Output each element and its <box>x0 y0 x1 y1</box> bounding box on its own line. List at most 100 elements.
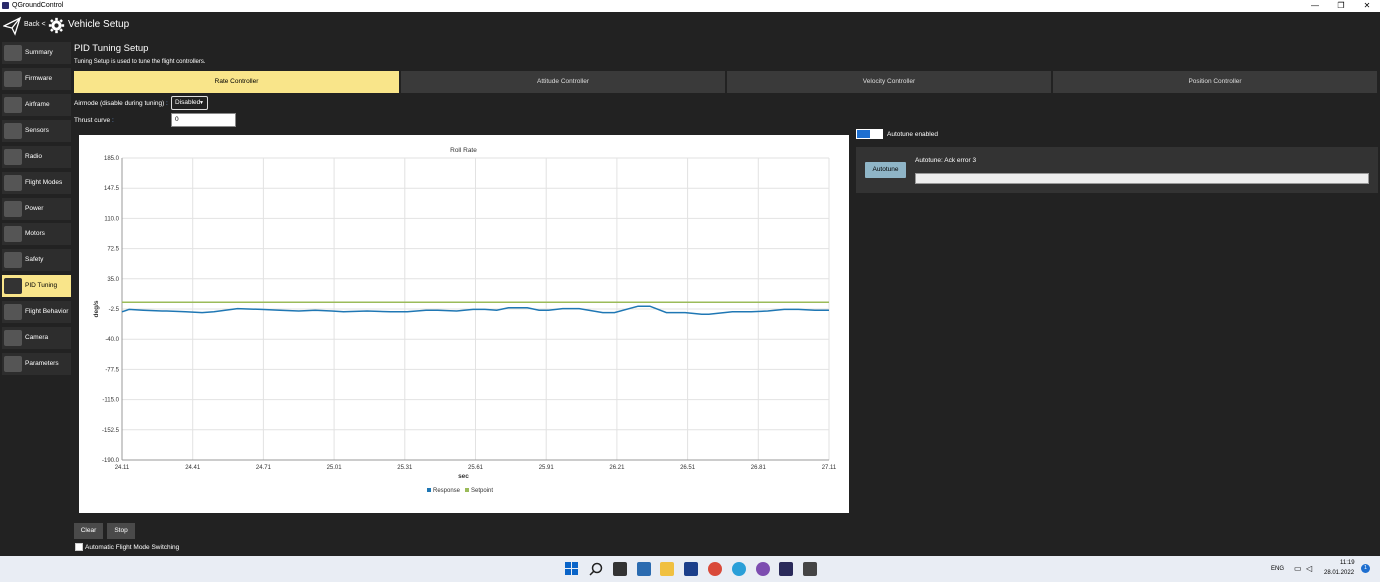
sidebar-item-label: Power <box>25 205 44 212</box>
windows-start-icon[interactable] <box>565 562 579 576</box>
y-tick-label: -40.0 <box>105 337 119 343</box>
sidebar-item-flight-behavior[interactable]: Flight Behavior <box>2 301 71 323</box>
qgroundcontrol-taskbar-icon[interactable] <box>779 562 793 576</box>
viber-icon[interactable] <box>756 562 770 576</box>
stop-button[interactable]: Stop <box>107 523 135 539</box>
autotune-progress-bar <box>915 173 1369 184</box>
x-tick-label: 24.41 <box>185 465 201 471</box>
legend-swatch-setpoint <box>465 488 469 492</box>
sidebar-item-summary[interactable]: Summary <box>2 42 71 64</box>
x-tick-label: 25.91 <box>539 465 555 471</box>
sidebar-item-firmware[interactable]: Firmware <box>2 68 71 90</box>
keyboard-language[interactable]: ENG <box>1271 566 1284 572</box>
roll-rate-chart-panel: 24.11 24.41 24.71 25.01 25.31 25.61 25.91 26.21… <box>79 135 849 513</box>
thrust-curve-input[interactable]: 0 <box>171 113 236 127</box>
toolbar: Back < Vehicle Setup <box>0 12 1380 40</box>
roll-rate-chart: 24.11 24.41 24.71 25.01 25.31 25.61 25.91 26.21… <box>93 147 837 494</box>
pid-tuning-icon <box>4 278 22 294</box>
firmware-icon <box>4 71 22 87</box>
autotune-toggle[interactable] <box>856 129 883 139</box>
telegram-icon[interactable] <box>732 562 746 576</box>
sensors-icon <box>4 123 22 139</box>
volume-icon[interactable]: ◁ <box>1306 564 1312 573</box>
sidebar-item-power[interactable]: Power <box>2 198 71 220</box>
x-tick-label: 24.71 <box>256 465 272 471</box>
motors-icon <box>4 226 22 242</box>
safety-icon <box>4 252 22 268</box>
network-icon[interactable]: ▭ <box>1294 564 1302 573</box>
sidebar-item-flight-modes[interactable]: Flight Modes <box>2 172 71 194</box>
airmode-colon: : <box>166 100 168 107</box>
auto-flight-mode-switching-checkbox[interactable] <box>75 543 83 551</box>
flight-behavior-icon <box>4 304 22 320</box>
close-button[interactable]: ✕ <box>1354 0 1380 12</box>
sidebar-item-label: Airframe <box>25 101 50 108</box>
sidebar-item-airframe[interactable]: Airframe <box>2 94 71 116</box>
minimize-button[interactable]: — <box>1302 0 1328 12</box>
tab-rate-controller[interactable]: Rate Controller <box>74 71 400 93</box>
airframe-icon <box>4 97 22 113</box>
autotune-button[interactable]: Autotune <box>865 162 906 178</box>
sidebar-item-radio[interactable]: Radio <box>2 146 71 168</box>
legend-label-setpoint: Setpoint <box>471 488 493 494</box>
x-axis-label: sec <box>458 473 469 480</box>
search-icon[interactable] <box>589 562 603 576</box>
clock-date[interactable]: 28.01.2022 <box>1324 570 1354 576</box>
sidebar-item-label: Safety <box>25 256 44 263</box>
chevron-down-icon: ▼ <box>199 100 204 106</box>
y-tick-label: -115.0 <box>102 398 119 404</box>
x-tick-label: 25.01 <box>327 465 343 471</box>
sidebar-item-parameters[interactable]: Parameters <box>2 353 71 375</box>
page-title: PID Tuning Setup <box>74 43 149 54</box>
y-tick-label: -152.5 <box>102 428 120 434</box>
notification-badge[interactable]: 1 <box>1361 564 1370 573</box>
airmode-select[interactable]: Disabled ▼ <box>171 96 208 110</box>
clock-time[interactable]: 11:19 <box>1340 560 1355 566</box>
paper-plane-icon[interactable] <box>3 16 21 36</box>
sidebar-item-camera[interactable]: Camera <box>2 327 71 349</box>
tab-velocity-controller[interactable]: Velocity Controller <box>727 71 1052 93</box>
window-title-bar: QGroundControl — ❐ ✕ <box>0 0 1380 12</box>
tab-position-controller[interactable]: Position Controller <box>1053 71 1378 93</box>
sidebar-item-label: Sensors <box>25 127 49 134</box>
sidebar-item-label: Flight Behavior <box>25 308 69 315</box>
toggle-on-indicator <box>857 130 870 138</box>
back-button[interactable]: Back < <box>24 21 46 28</box>
y-axis-label: deg/s <box>93 300 100 317</box>
y-tick-label: 110.0 <box>104 216 119 222</box>
terminal-icon[interactable] <box>803 562 817 576</box>
legend-swatch-response <box>427 488 431 492</box>
sidebar-item-label: Camera <box>25 334 49 341</box>
maximize-button[interactable]: ❐ <box>1328 0 1354 12</box>
qgc-app-icon <box>2 2 9 9</box>
radio-icon <box>4 149 22 165</box>
sidebar-item-label: Radio <box>25 153 42 160</box>
plane-icon <box>4 45 22 61</box>
tab-attitude-controller[interactable]: Attitude Controller <box>401 71 726 93</box>
sidebar-item-sensors[interactable]: Sensors <box>2 120 71 142</box>
y-tick-label: -77.5 <box>105 367 119 373</box>
x-tick-label: 26.81 <box>751 465 767 471</box>
x-tick-label: 24.11 <box>115 465 130 471</box>
windows-taskbar: ENG ▭ ◁ 11:19 28.01.2022 1 <box>0 556 1380 582</box>
task-view-icon[interactable] <box>613 562 627 576</box>
sidebar-item-safety[interactable]: Safety <box>2 249 71 271</box>
file-explorer-icon[interactable] <box>660 562 674 576</box>
sidebar-item-pid-tuning[interactable]: PID Tuning <box>2 275 71 297</box>
x-tick-label: 26.21 <box>609 465 625 471</box>
power-icon <box>4 201 22 217</box>
thrust-curve-label: Thrust curve <box>74 117 111 124</box>
autotune-enabled-label: Autotune enabled <box>887 131 938 138</box>
x-tick-label: 27.11 <box>822 465 837 471</box>
window-title: QGroundControl <box>12 2 64 9</box>
y-tick-label: 185.0 <box>104 156 120 162</box>
sidebar-item-label: Motors <box>25 230 45 237</box>
clear-button[interactable]: Clear <box>74 523 103 539</box>
save-disk-icon[interactable] <box>684 562 698 576</box>
chrome-icon[interactable] <box>708 562 722 576</box>
y-tick-label: 72.5 <box>107 247 119 253</box>
y-tick-label: -190.0 <box>102 458 120 464</box>
autotune-status: Autotune: Ack error 3 <box>915 157 977 164</box>
calculator-icon[interactable] <box>637 562 651 576</box>
sidebar-item-motors[interactable]: Motors <box>2 223 71 245</box>
